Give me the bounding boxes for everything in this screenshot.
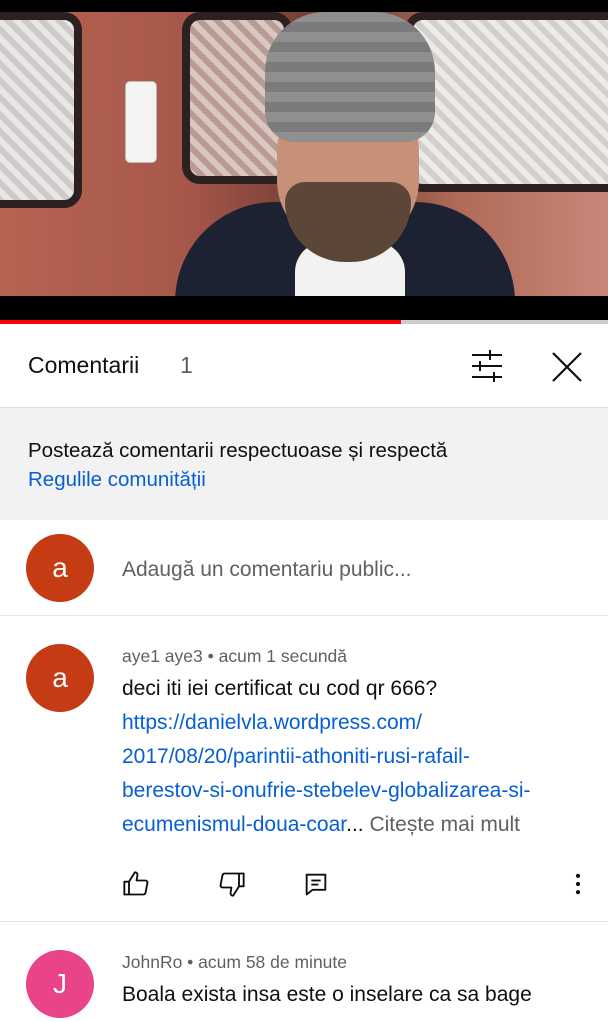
community-guidelines-notice: Postează comentarii respectuoase și resp…	[0, 408, 608, 520]
comment-actions	[122, 870, 592, 900]
comment-link[interactable]: berestov-si-onufrie-stebelev-globalizare…	[122, 774, 592, 808]
comment-meta: aye1 aye3 • acum 1 secundă	[122, 646, 348, 666]
comment-link[interactable]: ecumenismul-doua-coar	[122, 813, 346, 836]
comment-text[interactable]: Boala exista insa este o inselare ca sa …	[122, 978, 592, 1012]
video-player[interactable]	[0, 0, 608, 324]
avatar: a	[26, 534, 94, 602]
ellipsis: ...	[346, 813, 364, 836]
avatar[interactable]: J	[26, 950, 94, 1018]
video-scene-person	[165, 12, 515, 296]
comment-meta: JohnRo • acum 58 de minute	[122, 952, 348, 972]
guidelines-link[interactable]: Regulile comunității	[28, 465, 580, 494]
comment-divider	[0, 921, 608, 922]
comment-text-line: deci iti iei certificat cu cod qr 666?	[122, 677, 438, 700]
comments-header: Comentarii 1	[0, 324, 608, 408]
video-scene-device	[126, 82, 156, 162]
comment-text[interactable]: deci iti iei certificat cu cod qr 666? h…	[122, 672, 592, 842]
video-scene-window-left	[0, 12, 82, 208]
comment-text-line: Boala exista insa este o inselare ca sa …	[122, 983, 532, 1006]
add-comment-row[interactable]: a Adaugă un comentariu public...	[0, 520, 608, 616]
comment-link[interactable]: https://danielvla.wordpress.com/	[122, 706, 592, 740]
avatar[interactable]: a	[26, 644, 94, 712]
more-options-icon[interactable]	[564, 870, 592, 898]
close-icon[interactable]	[548, 348, 586, 386]
thumbs-up-icon[interactable]	[122, 870, 150, 898]
thumbs-down-icon[interactable]	[218, 870, 246, 898]
read-more-link[interactable]: Citește mai mult	[369, 813, 520, 836]
comments-count: 1	[180, 352, 193, 378]
filter-sliders-icon[interactable]	[468, 348, 506, 384]
video-frame	[0, 12, 608, 296]
comments-title: Comentarii	[28, 352, 140, 378]
comment-link[interactable]: 2017/08/20/parintii-athoniti-rusi-rafail…	[122, 740, 592, 774]
add-comment-input[interactable]: Adaugă un comentariu public...	[122, 558, 412, 582]
reply-icon[interactable]	[302, 870, 330, 898]
guidelines-text: Postează comentarii respectuoase și resp…	[28, 439, 448, 462]
